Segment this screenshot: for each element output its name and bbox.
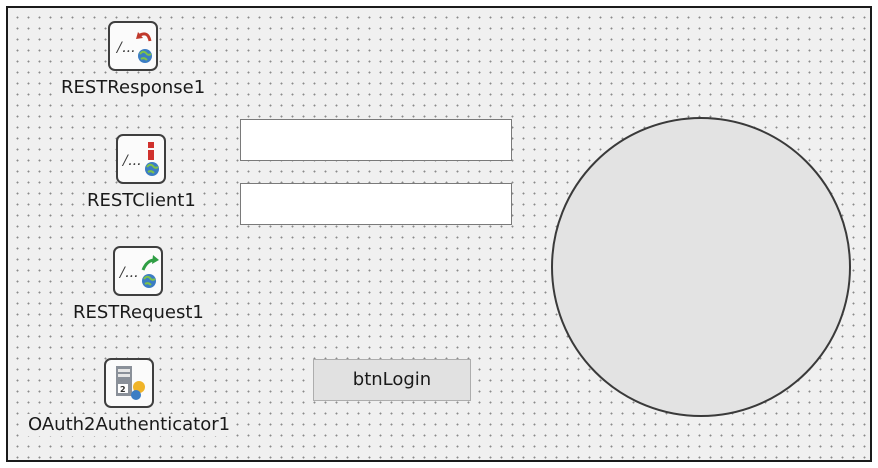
- rest-client-icon: /...: [116, 134, 167, 184]
- rest-response-icon: /...: [108, 21, 159, 71]
- component-label: OAuth2Authenticator1: [26, 414, 233, 436]
- text-input-2[interactable]: [240, 183, 512, 225]
- component-oauth2-authenticator[interactable]: 2 OAuth2Authenticator1: [26, 358, 233, 436]
- svg-text:/...: /...: [121, 153, 141, 169]
- component-rest-response[interactable]: /... RESTResponse1: [59, 21, 208, 99]
- component-label: RESTClient1: [85, 190, 198, 212]
- component-label: RESTResponse1: [59, 77, 208, 99]
- oauth2-authenticator-icon: 2: [104, 358, 155, 408]
- svg-text:/...: /...: [118, 265, 138, 281]
- text-input-1[interactable]: [240, 119, 512, 161]
- form-designer-canvas[interactable]: /... RESTResponse1 /... RESTClient1 /...…: [6, 6, 872, 462]
- rest-request-icon: /...: [113, 246, 164, 296]
- svg-text:/...: /...: [115, 40, 135, 56]
- svg-text:2: 2: [120, 385, 126, 394]
- component-rest-client[interactable]: /... RESTClient1: [85, 134, 198, 212]
- login-button[interactable]: btnLogin: [313, 359, 471, 401]
- circle-shape[interactable]: [551, 117, 851, 417]
- component-rest-request[interactable]: /... RESTRequest1: [71, 246, 206, 324]
- component-label: RESTRequest1: [71, 302, 206, 324]
